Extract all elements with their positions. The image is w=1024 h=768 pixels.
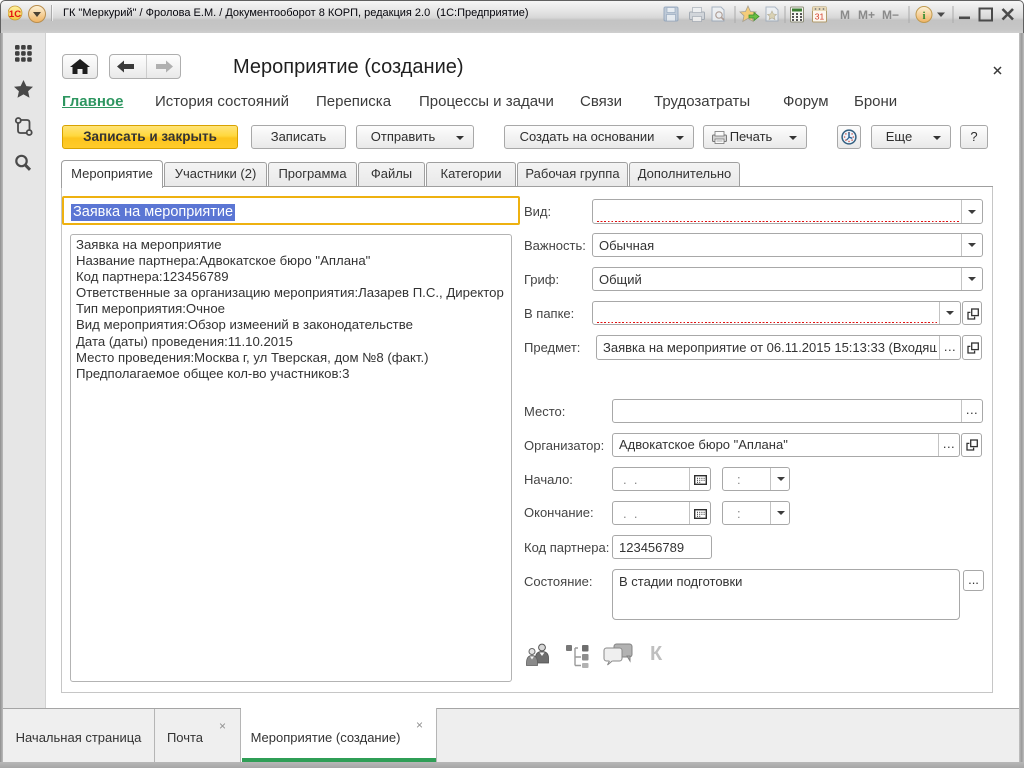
- svg-text:i: i: [922, 10, 925, 22]
- svg-text:M−: M−: [882, 8, 899, 22]
- svg-text:1С: 1С: [9, 9, 21, 20]
- svg-text:31: 31: [815, 12, 825, 22]
- svg-text:M+: M+: [858, 8, 875, 22]
- svg-text:M: M: [840, 8, 850, 22]
